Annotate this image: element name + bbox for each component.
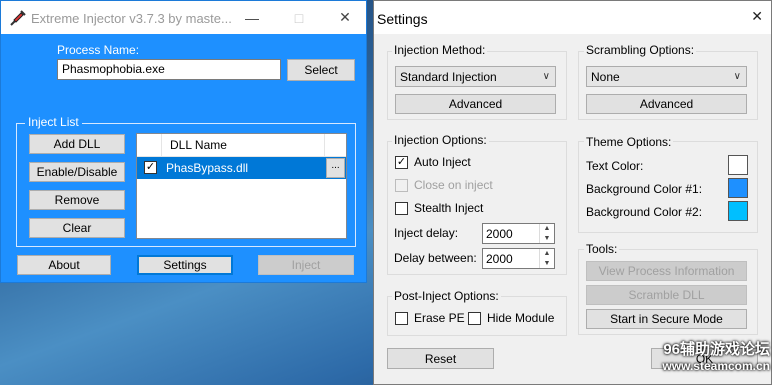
stealth-inject-checkbox[interactable]: Stealth Inject bbox=[395, 201, 483, 215]
injector-window: Extreme Injector v3.7.3 by maste... — □ … bbox=[0, 0, 367, 283]
scrambling-options-label: Scrambling Options: bbox=[584, 43, 697, 57]
tools-label: Tools: bbox=[584, 242, 620, 256]
inject-button[interactable]: Inject bbox=[258, 255, 354, 275]
add-dll-button[interactable]: Add DLL bbox=[29, 134, 125, 154]
settings-button[interactable]: Settings bbox=[137, 255, 233, 275]
delay-between-label: Delay between: bbox=[394, 251, 477, 265]
erase-pe-checkbox[interactable]: Erase PE bbox=[395, 311, 465, 325]
reset-button[interactable]: Reset bbox=[387, 348, 494, 369]
theme-options-label: Theme Options: bbox=[584, 135, 674, 149]
chevron-down-icon: ∨ bbox=[733, 71, 741, 82]
injection-options-label: Injection Options: bbox=[392, 133, 489, 147]
settings-window: Settings ✕ Injection Method: Standard In… bbox=[373, 0, 772, 385]
bg-color-2-label: Background Color #2: bbox=[586, 205, 703, 219]
injection-method-label: Injection Method: bbox=[392, 43, 488, 57]
checkbox-empty-icon bbox=[468, 311, 481, 325]
clear-button[interactable]: Clear bbox=[29, 218, 125, 238]
minimize-icon[interactable]: — bbox=[229, 1, 275, 34]
syringe-icon bbox=[10, 10, 26, 26]
dll-name: PhasBypass.dll bbox=[166, 161, 249, 175]
spinner-arrows-icon[interactable]: ▲ ▼ bbox=[539, 249, 554, 268]
scrambling-select[interactable]: None ∨ bbox=[586, 66, 747, 87]
checkmark-icon: ✓ bbox=[395, 155, 408, 169]
dll-enabled-checkbox[interactable]: ✓ bbox=[144, 161, 157, 174]
checkbox-empty-icon bbox=[395, 178, 408, 192]
injection-method-value: Standard Injection bbox=[400, 70, 497, 84]
hide-module-label: Hide Module bbox=[487, 311, 555, 325]
hide-module-checkbox[interactable]: Hide Module bbox=[468, 311, 554, 325]
close-on-inject-checkbox[interactable]: Close on inject bbox=[395, 178, 493, 192]
scramble-dll-button[interactable]: Scramble DLL bbox=[586, 285, 747, 305]
settings-title: Settings bbox=[377, 11, 428, 27]
inject-delay-input[interactable]: 2000 ▲ ▼ bbox=[482, 223, 555, 244]
checkbox-column-header bbox=[137, 133, 162, 157]
process-name-label: Process Name: bbox=[57, 43, 140, 57]
bg-color-1-swatch[interactable] bbox=[728, 178, 748, 198]
spinner-arrows-icon[interactable]: ▲ ▼ bbox=[539, 224, 554, 243]
close-on-inject-label: Close on inject bbox=[414, 178, 493, 192]
delay-between-value: 2000 bbox=[486, 252, 513, 266]
secure-mode-button[interactable]: Start in Secure Mode bbox=[586, 309, 747, 329]
select-button[interactable]: Select bbox=[287, 59, 355, 81]
auto-inject-checkbox[interactable]: ✓ Auto Inject bbox=[395, 155, 471, 169]
watermark: 96辅助游戏论坛 www.steamcom.cn bbox=[640, 338, 770, 373]
injector-titlebar[interactable]: Extreme Injector v3.7.3 by maste... — □ … bbox=[1, 1, 366, 34]
scrambling-advanced-button[interactable]: Advanced bbox=[586, 94, 747, 114]
view-process-info-button[interactable]: View Process Information bbox=[586, 261, 747, 281]
text-color-label: Text Color: bbox=[586, 159, 644, 173]
dll-name-column-header[interactable]: DLL Name bbox=[162, 133, 325, 157]
chevron-down-icon: ∨ bbox=[542, 71, 550, 82]
maximize-icon: □ bbox=[294, 9, 304, 26]
remove-button[interactable]: Remove bbox=[29, 190, 125, 210]
dll-options-button[interactable]: ... bbox=[326, 158, 345, 178]
post-inject-label: Post-Inject Options: bbox=[392, 289, 501, 303]
delay-between-input[interactable]: 2000 ▲ ▼ bbox=[482, 248, 555, 269]
injection-advanced-button[interactable]: Advanced bbox=[395, 94, 556, 114]
erase-pe-label: Erase PE bbox=[414, 311, 465, 325]
stealth-inject-label: Stealth Inject bbox=[414, 201, 484, 215]
text-color-swatch[interactable] bbox=[728, 155, 748, 175]
about-button[interactable]: About bbox=[17, 255, 111, 275]
close-icon[interactable]: ✕ bbox=[751, 8, 763, 25]
dll-list[interactable]: DLL Name ✓ PhasBypass.dll ... bbox=[136, 133, 347, 239]
auto-inject-label: Auto Inject bbox=[414, 155, 471, 169]
settings-titlebar[interactable]: Settings ✕ bbox=[374, 1, 771, 34]
process-name-input[interactable]: Phasmophobia.exe bbox=[57, 59, 281, 80]
inject-delay-value: 2000 bbox=[486, 227, 513, 241]
checkbox-empty-icon bbox=[395, 201, 408, 215]
injection-method-select[interactable]: Standard Injection ∨ bbox=[395, 66, 556, 87]
inject-list-label: Inject List bbox=[25, 115, 82, 129]
checkbox-empty-icon bbox=[395, 311, 408, 325]
dll-list-header: DLL Name bbox=[137, 133, 346, 157]
watermark-line-2: www.steamcom.cn bbox=[662, 359, 770, 373]
enable-disable-button[interactable]: Enable/Disable bbox=[29, 162, 125, 182]
scrambling-value: None bbox=[591, 70, 620, 84]
close-icon[interactable]: ✕ bbox=[322, 1, 368, 34]
bg-color-2-swatch[interactable] bbox=[728, 201, 748, 221]
inject-delay-label: Inject delay: bbox=[394, 226, 459, 240]
watermark-line-1: 96辅助游戏论坛 bbox=[663, 341, 770, 358]
list-item[interactable]: ✓ PhasBypass.dll ... bbox=[137, 157, 346, 179]
bg-color-1-label: Background Color #1: bbox=[586, 182, 703, 196]
